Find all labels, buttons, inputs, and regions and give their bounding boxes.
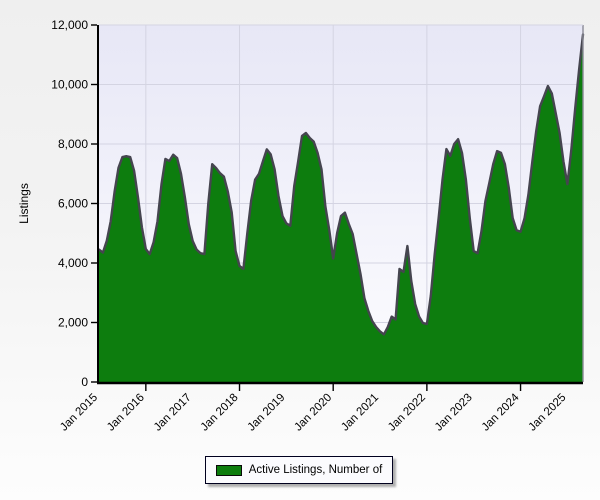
x-tick-label: Jan 2025 bbox=[527, 392, 569, 434]
x-tick-label: Jan 2017 bbox=[152, 392, 194, 434]
y-tick-label: 6,000 bbox=[58, 197, 88, 211]
y-axis-title: Listings bbox=[17, 183, 31, 224]
x-tick-label: Jan 2021 bbox=[339, 392, 381, 434]
y-tick-label: 4,000 bbox=[58, 256, 88, 270]
x-tick-label: Jan 2020 bbox=[292, 392, 334, 434]
y-tick-label: 12,000 bbox=[51, 18, 88, 32]
x-tick-label: Jan 2015 bbox=[58, 392, 100, 434]
x-tick-label: Jan 2023 bbox=[433, 392, 475, 434]
x-tick-label: Jan 2018 bbox=[199, 392, 241, 434]
legend: Active Listings, Number of bbox=[205, 456, 393, 484]
plot-area: 0 2,000 4,000 6,000 8,000 10,000 12,000 Jan 201… bbox=[0, 0, 600, 500]
x-tick-label: Jan 2016 bbox=[105, 392, 147, 434]
x-tick-label: Jan 2019 bbox=[246, 392, 288, 434]
x-tick-label: Jan 2024 bbox=[480, 391, 522, 433]
chart-window: 0 2,000 4,000 6,000 8,000 10,000 12,000 Jan 201… bbox=[0, 0, 600, 500]
y-tick-label: 8,000 bbox=[58, 137, 88, 151]
legend-label: Active Listings, Number of bbox=[249, 464, 383, 476]
y-tick-label: 2,000 bbox=[58, 316, 88, 330]
legend-swatch bbox=[216, 465, 242, 476]
x-tick-label: Jan 2022 bbox=[386, 392, 428, 434]
y-tick-label: 10,000 bbox=[51, 78, 88, 92]
y-tick-label: 0 bbox=[81, 375, 88, 389]
